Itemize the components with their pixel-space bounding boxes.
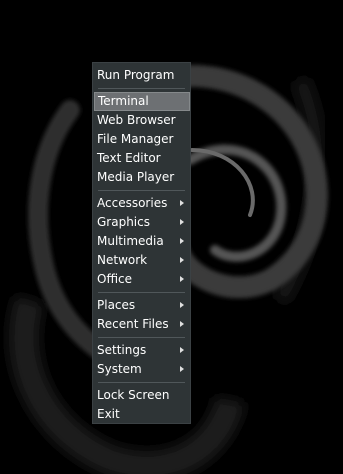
menu-item-label: Run Program bbox=[97, 68, 175, 82]
menu-item-label: Graphics bbox=[97, 215, 150, 229]
menu-item-exit[interactable]: Exit bbox=[93, 405, 190, 424]
menu-item-label: Web Browser bbox=[97, 113, 176, 127]
triangle-right-icon bbox=[180, 219, 184, 225]
triangle-right-icon bbox=[180, 366, 184, 372]
menu-item-text-editor[interactable]: Text Editor bbox=[93, 149, 190, 168]
menu-separator bbox=[98, 190, 185, 191]
menu-item-label: Lock Screen bbox=[97, 388, 170, 402]
menu-item-terminal[interactable]: Terminal bbox=[94, 92, 190, 111]
menu-item-label: Multimedia bbox=[97, 234, 164, 248]
menu-item-accessories[interactable]: Accessories bbox=[93, 194, 190, 213]
menu-item-web-browser[interactable]: Web Browser bbox=[93, 111, 190, 130]
menu-item-label: Office bbox=[97, 272, 133, 286]
triangle-right-icon bbox=[180, 238, 184, 244]
triangle-right-icon bbox=[180, 276, 184, 282]
menu-item-system[interactable]: System bbox=[93, 360, 190, 379]
menu-item-label: Places bbox=[97, 298, 136, 312]
menu-separator bbox=[98, 337, 185, 338]
menu-item-office[interactable]: Office bbox=[93, 270, 190, 289]
root-menu: Run Program Terminal Web Browser File Manag… bbox=[92, 62, 191, 424]
triangle-right-icon bbox=[180, 257, 184, 263]
menu-item-label: File Manager bbox=[97, 132, 174, 146]
menu-item-label: Settings bbox=[97, 343, 147, 357]
menu-item-label: Media Player bbox=[97, 170, 175, 184]
menu-item-settings[interactable]: Settings bbox=[93, 341, 190, 360]
menu-item-lock-screen[interactable]: Lock Screen bbox=[93, 386, 190, 405]
menu-item-network[interactable]: Network bbox=[93, 251, 190, 270]
menu-item-run-program[interactable]: Run Program bbox=[93, 66, 190, 85]
menu-item-recent-files[interactable]: Recent Files bbox=[93, 315, 190, 334]
triangle-right-icon bbox=[180, 347, 184, 353]
menu-item-label: Exit bbox=[97, 407, 120, 421]
triangle-right-icon bbox=[180, 302, 184, 308]
triangle-right-icon bbox=[180, 321, 184, 327]
menu-item-label: Terminal bbox=[98, 94, 149, 108]
menu-item-file-manager[interactable]: File Manager bbox=[93, 130, 190, 149]
menu-item-label: Recent Files bbox=[97, 317, 169, 331]
triangle-right-icon bbox=[180, 200, 184, 206]
menu-item-graphics[interactable]: Graphics bbox=[93, 213, 190, 232]
menu-separator bbox=[98, 292, 185, 293]
menu-item-label: Accessories bbox=[97, 196, 168, 210]
menu-item-media-player[interactable]: Media Player bbox=[93, 168, 190, 187]
menu-item-multimedia[interactable]: Multimedia bbox=[93, 232, 190, 251]
menu-separator bbox=[98, 382, 185, 383]
menu-item-label: System bbox=[97, 362, 142, 376]
menu-separator bbox=[98, 88, 185, 89]
menu-item-label: Network bbox=[97, 253, 148, 267]
menu-item-places[interactable]: Places bbox=[93, 296, 190, 315]
desktop[interactable]: Run Program Terminal Web Browser File Manag… bbox=[0, 0, 343, 474]
menu-item-label: Text Editor bbox=[97, 151, 161, 165]
